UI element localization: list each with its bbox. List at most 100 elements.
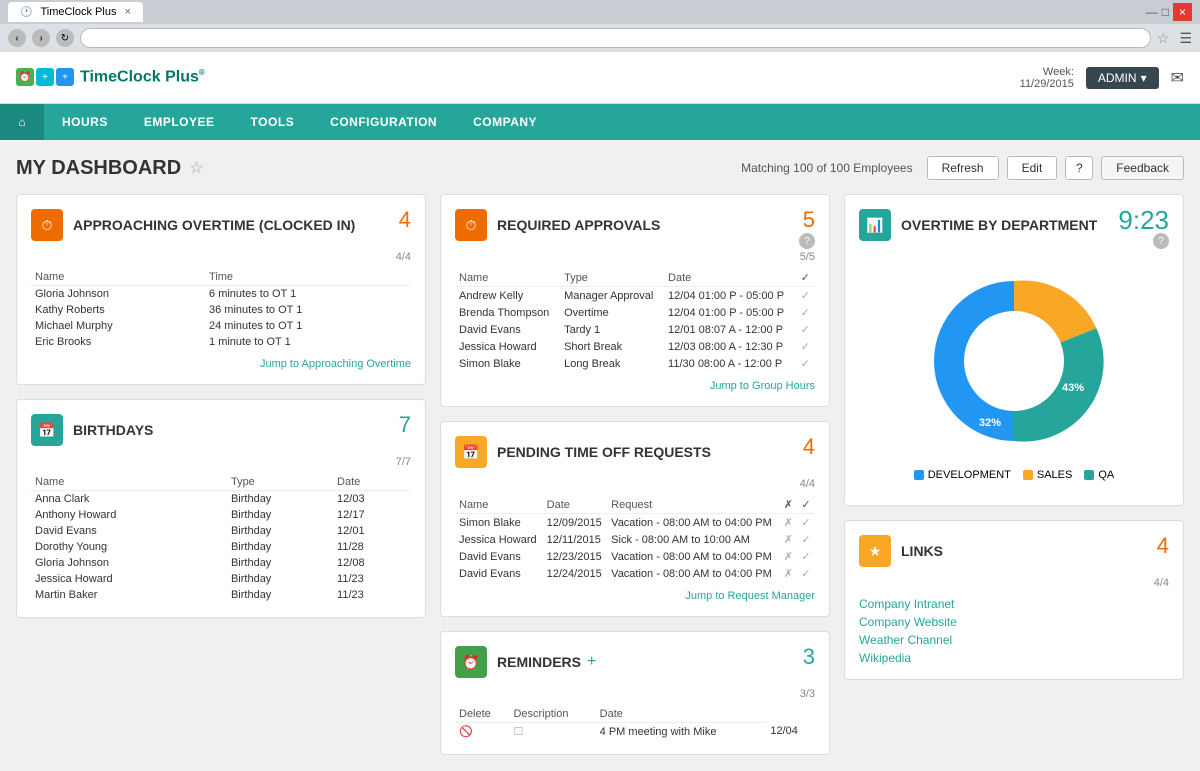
bookmark-icon[interactable]: ☆ — [1157, 30, 1170, 47]
birthday-row-name: Anna Clark — [31, 491, 227, 508]
logo-icons: ⏰ + + — [16, 68, 74, 86]
pending-row-x[interactable]: ✗ — [780, 548, 798, 565]
pending-row-date: 12/23/2015 — [543, 548, 608, 565]
pending-row: Jessica Howard12/11/2015Sick - 08:00 AM … — [455, 531, 815, 548]
close-btn[interactable]: × — [1173, 3, 1192, 21]
overtime-count: 4 — [399, 207, 411, 233]
mail-icon[interactable]: ✉ — [1171, 68, 1184, 88]
birthdays-card: 📅 BIRTHDAYS 7 7/7 Name Type Date Anna Cl… — [16, 399, 426, 618]
birthday-row-date: 12/17 — [333, 507, 411, 523]
birthday-row: Anthony HowardBirthday12/17 — [31, 507, 411, 523]
approvals-help-icon[interactable]: ? — [799, 233, 815, 249]
dev-legend-item: DEVELOPMENT — [914, 469, 1011, 481]
links-list-item[interactable]: Weather Channel — [859, 633, 1169, 647]
approval-row-check: ✓ — [797, 304, 815, 321]
approval-row: Andrew KellyManager Approval12/04 01:00 … — [455, 287, 815, 305]
qa-legend-item: QA — [1084, 469, 1114, 481]
approvals-card-icon: ⏱ — [455, 209, 487, 241]
approvals-card: ⏱ REQUIRED APPROVALS 5 ? 5/5 Name Type D… — [440, 194, 830, 407]
nav-home-btn[interactable]: ⌂ — [0, 104, 44, 140]
refresh-browser-btn[interactable]: ↻ — [56, 29, 74, 47]
birthday-row-date: 11/23 — [333, 587, 411, 603]
feedback-button[interactable]: Feedback — [1101, 156, 1184, 180]
pending-row-check[interactable]: ✓ — [797, 565, 815, 582]
overtime-dept-help-icon[interactable]: ? — [1153, 233, 1169, 249]
links-list: Company Intranet Company Website Weather C… — [859, 597, 1169, 665]
reminders-table: Delete Description Date 🚫☐4 PM meeting w… — [455, 706, 815, 740]
reminders-card-icon: ⏰ — [455, 646, 487, 678]
tab-close-btn[interactable]: × — [124, 6, 130, 18]
birthday-row-type: Birthday — [227, 523, 333, 539]
approvals-link[interactable]: Jump to Group Hours — [455, 380, 815, 392]
overtime-link[interactable]: Jump to Approaching Overtime — [31, 358, 411, 370]
app-header: ⏰ + + TimeClock Plus® Week: 11/29/2015 A… — [0, 52, 1200, 104]
favorite-star-icon[interactable]: ☆ — [189, 158, 203, 178]
pending-card-icon: 📅 — [455, 436, 487, 468]
pending-row-name: David Evans — [455, 565, 543, 582]
pending-row-x[interactable]: ✗ — [780, 565, 798, 582]
pending-row-request: Vacation - 08:00 AM to 04:00 PM — [607, 565, 780, 582]
reminders-add-button[interactable]: + — [587, 653, 596, 671]
header-right: Week: 11/29/2015 ADMIN ▾ ✉ — [1020, 66, 1184, 90]
pending-subcount: 4/4 — [455, 478, 815, 490]
approval-row-type: Short Break — [560, 338, 664, 355]
overtime-row-time: 6 minutes to OT 1 — [205, 286, 411, 303]
pending-col-check: ✓ — [797, 496, 815, 514]
birthdays-col-date: Date — [333, 474, 411, 491]
edit-button[interactable]: Edit — [1007, 156, 1058, 180]
overtime-row-time: 1 minute to OT 1 — [205, 334, 411, 350]
overtime-row-name: Kathy Roberts — [31, 302, 205, 318]
birthday-row-date: 12/01 — [333, 523, 411, 539]
nav-company[interactable]: COMPANY — [455, 104, 555, 140]
pending-row-name: Simon Blake — [455, 514, 543, 532]
pending-row-check[interactable]: ✓ — [797, 548, 815, 565]
refresh-button[interactable]: Refresh — [927, 156, 999, 180]
address-bar[interactable] — [80, 28, 1151, 48]
pending-row-check[interactable]: ✓ — [797, 514, 815, 532]
nav-employee[interactable]: EMPLOYEE — [126, 104, 233, 140]
pending-row-request: Sick - 08:00 AM to 10:00 AM — [607, 531, 780, 548]
help-button[interactable]: ? — [1065, 156, 1093, 180]
approval-row-check: ✓ — [797, 338, 815, 355]
pending-link[interactable]: Jump to Request Manager — [455, 590, 815, 602]
pending-row-x[interactable]: ✗ — [780, 514, 798, 532]
admin-button[interactable]: ADMIN ▾ — [1086, 67, 1159, 89]
logo-icon-blue: + — [56, 68, 74, 86]
forward-btn[interactable]: › — [32, 29, 50, 47]
maximize-btn[interactable]: □ — [1162, 5, 1169, 19]
nav-configuration[interactable]: CONFIGURATION — [312, 104, 455, 140]
minimize-btn[interactable]: — — [1146, 5, 1158, 19]
birthdays-card-title: BIRTHDAYS — [73, 422, 153, 439]
birthday-row-date: 11/28 — [333, 539, 411, 555]
logo-icon-teal: + — [36, 68, 54, 86]
overtime-row-name: Gloria Johnson — [31, 286, 205, 303]
links-list-item[interactable]: Company Intranet — [859, 597, 1169, 611]
approvals-col-date: Date — [664, 269, 797, 287]
links-list-item[interactable]: Wikipedia — [859, 651, 1169, 665]
back-btn[interactable]: ‹ — [8, 29, 26, 47]
approval-row-date: 12/04 01:00 P - 05:00 P — [664, 287, 797, 305]
approval-row-type: Overtime — [560, 304, 664, 321]
pending-row-date: 12/24/2015 — [543, 565, 608, 582]
birthday-row-type: Birthday — [227, 491, 333, 508]
dev-pct-label: 25% — [984, 337, 1006, 349]
pending-row-check[interactable]: ✓ — [797, 531, 815, 548]
pending-col-x: ✗ — [780, 496, 798, 514]
reminder-row-delete[interactable]: 🚫 — [455, 723, 509, 741]
approval-row-check: ✓ — [797, 321, 815, 338]
pending-col-date: Date — [543, 496, 608, 514]
app-logo: ⏰ + + TimeClock Plus® — [16, 68, 205, 86]
birthday-row: Anna ClarkBirthday12/03 — [31, 491, 411, 508]
approval-row-type: Manager Approval — [560, 287, 664, 305]
nav-hours[interactable]: HOURS — [44, 104, 126, 140]
overtime-row-name: Eric Brooks — [31, 334, 205, 350]
approvals-count: 5 — [803, 207, 815, 233]
browser-menu-icon[interactable]: ☰ — [1179, 30, 1192, 47]
overtime-row: Kathy Roberts36 minutes to OT 1 — [31, 302, 411, 318]
links-list-item[interactable]: Company Website — [859, 615, 1169, 629]
birthday-row: David EvansBirthday12/01 — [31, 523, 411, 539]
chart-legend: DEVELOPMENT SALES QA — [914, 469, 1115, 481]
overtime-card-header: ⏱ APPROACHING OVERTIME (CLOCKED IN) — [31, 209, 411, 241]
pending-row-x[interactable]: ✗ — [780, 531, 798, 548]
nav-tools[interactable]: TOOLS — [233, 104, 313, 140]
